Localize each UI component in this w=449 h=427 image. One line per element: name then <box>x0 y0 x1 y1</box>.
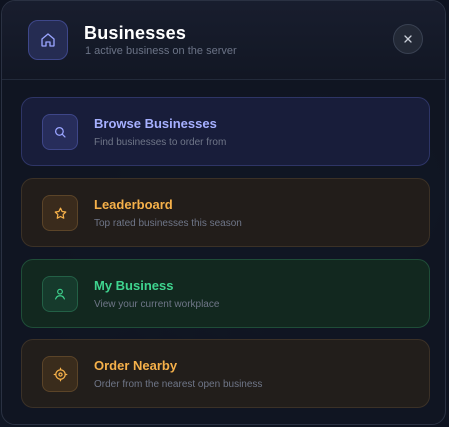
search-icon <box>42 114 78 150</box>
target-icon <box>42 356 78 392</box>
menu-item-order-nearby[interactable]: Order Nearby Order from the nearest open… <box>21 339 430 408</box>
menu-item-description: Order from the nearest open business <box>94 379 263 390</box>
user-icon <box>42 276 78 312</box>
star-icon <box>42 195 78 231</box>
panel-header: Businesses 1 active business on the serv… <box>2 1 445 80</box>
menu-item-title: Browse Businesses <box>94 116 217 131</box>
menu-item-description: View your current workplace <box>94 299 220 310</box>
page-subtitle: 1 active business on the server <box>85 45 237 57</box>
close-icon <box>404 35 412 43</box>
menu-item-title: Leaderboard <box>94 197 173 212</box>
menu-item-description: Find businesses to order from <box>94 137 227 148</box>
close-button[interactable] <box>393 24 423 54</box>
page-title: Businesses <box>84 23 187 43</box>
home-icon <box>28 20 68 60</box>
menu-item-title: Order Nearby <box>94 358 178 373</box>
menu-item-my-business[interactable]: My Business View your current workplace <box>21 259 430 328</box>
menu-item-leaderboard[interactable]: Leaderboard Top rated businesses this se… <box>21 178 430 247</box>
businesses-panel: Businesses 1 active business on the serv… <box>1 0 446 425</box>
menu-item-title: My Business <box>94 278 174 293</box>
menu-item-description: Top rated businesses this season <box>94 218 242 229</box>
menu-item-browse-businesses[interactable]: Browse Businesses Find businesses to ord… <box>21 97 430 166</box>
